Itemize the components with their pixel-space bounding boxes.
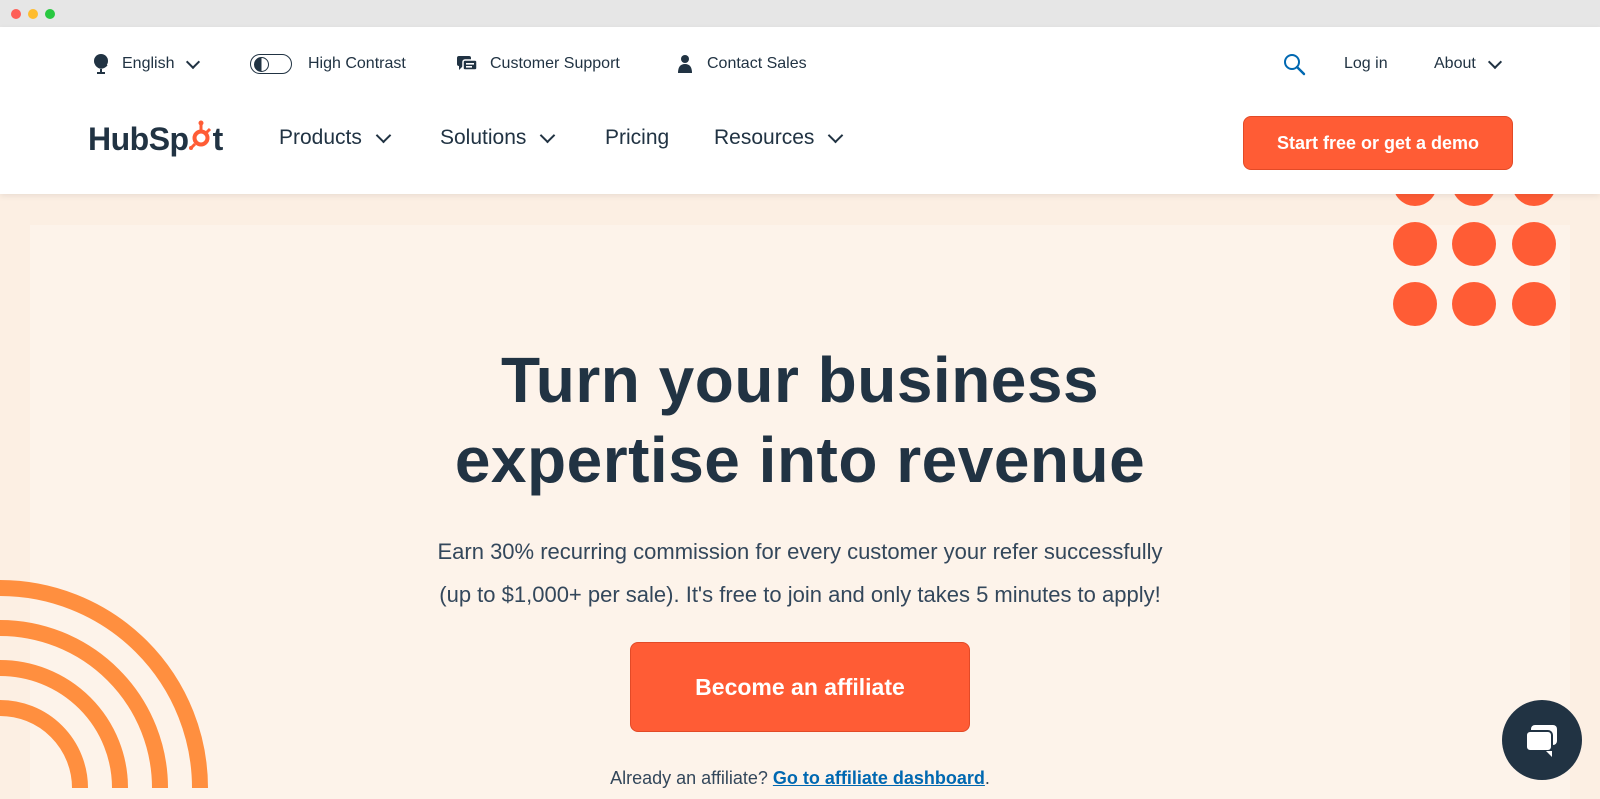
about-menu[interactable]: About (1434, 49, 1502, 79)
window-maximize-dot[interactable] (45, 9, 55, 19)
sprocket-icon (188, 120, 213, 158)
hero-title-line-2: expertise into revenue (454, 424, 1146, 496)
login-link[interactable]: Log in (1344, 49, 1388, 79)
hero-subtitle: Earn 30% recurring commission for every … (0, 530, 1600, 616)
nav-solutions[interactable]: Solutions (440, 126, 556, 150)
hero-subtitle-line-1: Earn 30% recurring commission for every … (437, 539, 1163, 564)
already-affiliate-text: Already an affiliate? (610, 768, 768, 788)
language-selector[interactable]: English (92, 49, 201, 79)
contrast-toggle-icon (250, 54, 292, 74)
nav-pricing-label: Pricing (605, 126, 670, 149)
person-icon (677, 54, 693, 74)
search-button[interactable] (1282, 49, 1306, 79)
high-contrast-label: High Contrast (308, 55, 406, 72)
login-label: Log in (1344, 55, 1388, 72)
chevron-down-icon (186, 54, 201, 69)
chat-bubbles-icon (456, 55, 478, 73)
nav-resources-label: Resources (714, 126, 815, 149)
search-icon (1282, 52, 1306, 76)
nav-products-label: Products (279, 126, 362, 149)
chat-widget-button[interactable] (1502, 700, 1582, 780)
logo-text-end: t (212, 120, 224, 157)
trailing-period: . (984, 768, 990, 788)
hero-section: Turn your business expertise into revenu… (0, 340, 1600, 789)
nav-solutions-label: Solutions (440, 126, 527, 149)
become-affiliate-button[interactable]: Become an affiliate (630, 642, 970, 732)
start-free-demo-button[interactable]: Start free or get a demo (1243, 116, 1513, 170)
hero-subtitle-line-2: (up to $1,000+ per sale). It's free to j… (439, 582, 1161, 607)
chevron-down-icon (375, 127, 392, 143)
contact-sales-link[interactable]: Contact Sales (677, 49, 807, 79)
contact-sales-label: Contact Sales (707, 55, 807, 72)
about-label: About (1434, 55, 1476, 72)
hubspot-logo[interactable]: HubSp t (88, 120, 223, 158)
logo-text: HubSp (88, 120, 189, 157)
globe-icon (92, 53, 110, 75)
window-close-dot[interactable] (11, 9, 21, 19)
chevron-down-icon (1487, 54, 1502, 69)
high-contrast-toggle[interactable]: High Contrast (250, 49, 406, 79)
nav-pricing[interactable]: Pricing (605, 126, 669, 150)
customer-support-link[interactable]: Customer Support (456, 49, 620, 79)
window-minimize-dot[interactable] (28, 9, 38, 19)
affiliate-dashboard-link[interactable]: Go to affiliate dashboard (773, 768, 985, 788)
hero-title-line-1: Turn your business (500, 344, 1100, 416)
browser-titlebar (0, 0, 1600, 27)
already-affiliate-line: Already an affiliate? Go to affiliate da… (0, 768, 1600, 789)
chevron-down-icon (540, 127, 556, 143)
hero-title: Turn your business expertise into revenu… (0, 340, 1600, 500)
language-label: English (122, 55, 175, 72)
customer-support-label: Customer Support (490, 55, 620, 72)
nav-products[interactable]: Products (279, 126, 392, 150)
nav-resources[interactable]: Resources (714, 126, 844, 150)
chevron-down-icon (828, 127, 844, 143)
chat-icon (1522, 721, 1562, 759)
